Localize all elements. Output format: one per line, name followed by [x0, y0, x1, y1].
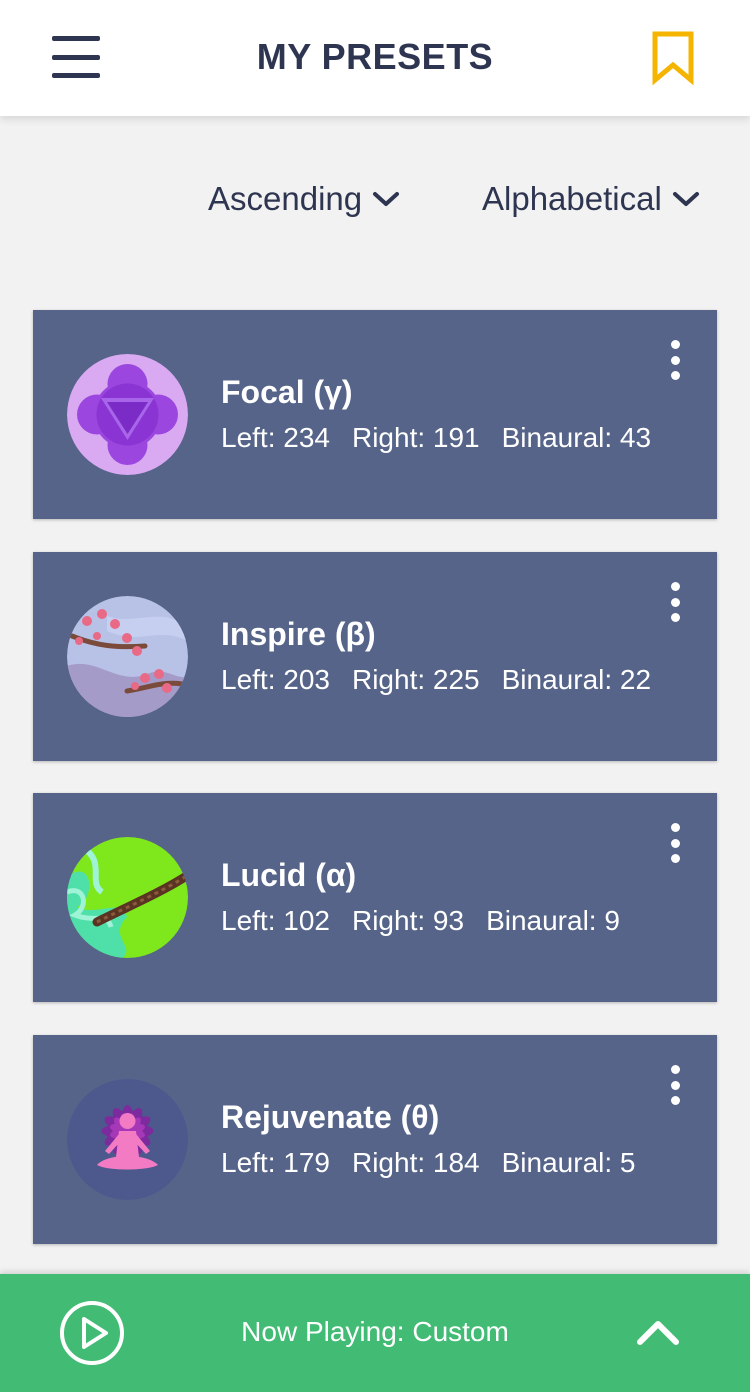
more-options-icon[interactable] [665, 823, 685, 863]
cherry-blossom-icon [67, 596, 188, 717]
preset-stats: Left: 203 Right: 225 Binaural: 22 [221, 664, 673, 696]
preset-stats: Left: 234 Right: 191 Binaural: 43 [221, 422, 673, 454]
right-frequency: Right: 191 [351, 422, 480, 453]
sort-type-dropdown[interactable]: Alphabetical [482, 180, 700, 218]
chevron-down-icon [373, 192, 400, 206]
left-frequency: Left: 179 [221, 1147, 330, 1178]
more-options-icon[interactable] [665, 1065, 685, 1105]
preset-name: Lucid (α) [221, 857, 357, 893]
left-frequency: Left: 203 [221, 664, 330, 695]
preset-name: Rejuvenate (θ) [221, 1099, 440, 1135]
preset-card-inspire[interactable]: Inspire (β) Left: 203 Right: 225 Binaural:… [33, 552, 717, 761]
sort-type-label: Alphabetical [482, 180, 662, 217]
right-frequency: Right: 184 [351, 1147, 480, 1178]
green-branch-icon [67, 837, 188, 958]
chakra-triangle-icon [67, 354, 188, 475]
binaural-frequency: Binaural: 5 [501, 1147, 636, 1178]
sort-order-dropdown[interactable]: Ascending [208, 180, 400, 218]
left-frequency: Left: 102 [221, 905, 330, 936]
preset-stats: Left: 179 Right: 184 Binaural: 5 [221, 1147, 658, 1179]
chevron-up-icon[interactable] [634, 1312, 682, 1352]
more-options-icon[interactable] [665, 582, 685, 622]
preset-stats: Left: 102 Right: 93 Binaural: 9 [221, 905, 642, 937]
app-header: MY PRESETS [0, 0, 750, 116]
preset-name: Focal (γ) [221, 374, 353, 410]
preset-card-rejuvenate[interactable]: Rejuvenate (θ) Left: 179 Right: 184 Binaur… [33, 1035, 717, 1244]
binaural-frequency: Binaural: 9 [486, 905, 620, 936]
chevron-down-icon [672, 192, 699, 206]
preset-card-focal[interactable]: Focal (γ) Left: 234 Right: 191 Binaural: 4… [33, 310, 717, 519]
right-frequency: Right: 225 [351, 664, 480, 695]
more-options-icon[interactable] [665, 340, 685, 380]
page-title: MY PRESETS [256, 36, 494, 77]
now-playing-bar[interactable]: Now Playing: Custom [0, 1274, 750, 1392]
left-frequency: Left: 234 [221, 422, 330, 453]
preset-card-lucid[interactable]: Lucid (α) Left: 102 Right: 93 Binaural: 9 [33, 793, 717, 1002]
sort-controls: Ascending Alphabetical [0, 180, 750, 224]
binaural-frequency: Binaural: 22 [501, 664, 652, 695]
sort-order-label: Ascending [208, 180, 363, 217]
binaural-frequency: Binaural: 43 [501, 422, 652, 453]
meditation-lotus-icon [67, 1079, 188, 1200]
preset-name: Inspire (β) [221, 616, 376, 652]
bookmark-icon[interactable] [650, 30, 696, 86]
right-frequency: Right: 93 [351, 905, 465, 936]
